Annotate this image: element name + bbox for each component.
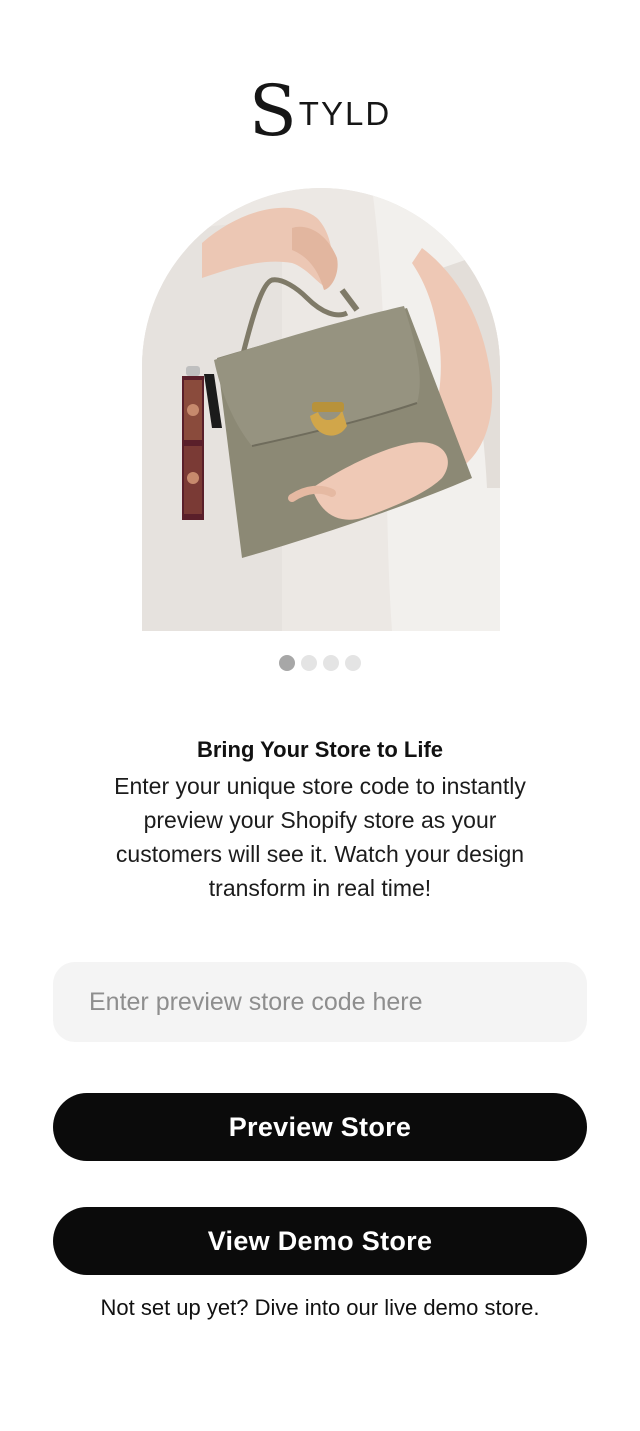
carousel-indicator <box>0 655 640 671</box>
preview-store-button[interactable]: Preview Store <box>53 1093 587 1161</box>
carousel-dot-1[interactable] <box>279 655 295 671</box>
demo-footnote: Not set up yet? Dive into our live demo … <box>100 1295 540 1320</box>
logo-initial: S <box>248 70 297 152</box>
handbag-illustration <box>142 188 500 631</box>
carousel-dot-2[interactable] <box>301 655 317 671</box>
app-logo: S TYLD <box>0 70 640 152</box>
page-description: Enter your unique store code to instantl… <box>114 773 526 901</box>
page-headline: Bring Your Store to Life <box>196 737 444 762</box>
hero-image[interactable] <box>142 188 500 631</box>
carousel-dot-3[interactable] <box>323 655 339 671</box>
store-code-input[interactable] <box>53 962 587 1042</box>
carousel-dot-4[interactable] <box>345 655 361 671</box>
view-demo-store-button[interactable]: View Demo Store <box>53 1207 587 1275</box>
logo-wordmark: TYLD <box>298 95 392 132</box>
